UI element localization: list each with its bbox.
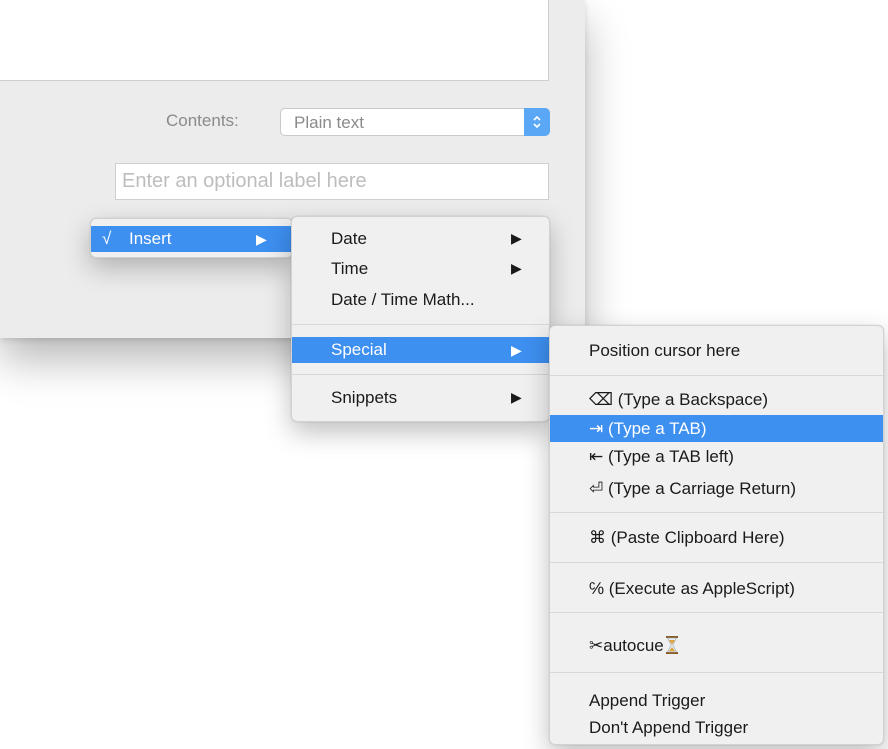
- hourglass-icon: [665, 636, 678, 654]
- snippet-text-area[interactable]: [0, 0, 549, 81]
- menu-item-label: Special: [331, 340, 387, 359]
- menu-item-autocue[interactable]: ✂autocue: [550, 633, 883, 658]
- menu-item-time[interactable]: Time ▶: [292, 256, 549, 281]
- menu-separator: [292, 374, 549, 375]
- special-submenu: Position cursor here ⌫ (Type a Backspace…: [549, 325, 884, 745]
- menu-item-label: Position cursor here: [589, 341, 741, 360]
- checkmark-icon: √: [102, 229, 112, 248]
- insert-submenu: Date ▶ Time ▶ Date / Time Math... Specia…: [291, 216, 550, 422]
- menu-item-type-backspace[interactable]: ⌫ (Type a Backspace): [550, 387, 883, 412]
- submenu-arrow-icon: ▶: [511, 260, 522, 276]
- menu-separator: [292, 324, 549, 325]
- menu-separator: [550, 672, 883, 673]
- menu-item-label: Don't Append Trigger: [589, 718, 749, 737]
- submenu-arrow-icon: ▶: [256, 231, 267, 247]
- menu-item-snippets[interactable]: Snippets ▶: [292, 385, 549, 410]
- menu-item-label: Snippets: [331, 388, 398, 407]
- optional-label-input[interactable]: [116, 164, 548, 199]
- menu-separator: [550, 562, 883, 563]
- menu-item-append-trigger[interactable]: Append Trigger: [550, 688, 883, 713]
- menu-item-label: ⌫ (Type a Backspace): [589, 390, 768, 409]
- menu-item-execute-applescript[interactable]: ℅ (Execute as AppleScript): [550, 576, 883, 601]
- menu-item-label: ⇤ (Type a TAB left): [589, 447, 734, 466]
- contents-popup[interactable]: Plain text: [280, 108, 550, 136]
- submenu-arrow-icon: ▶: [511, 389, 522, 405]
- submenu-arrow-icon: ▶: [511, 342, 522, 358]
- menu-item-label: Insert: [129, 229, 172, 248]
- menu-item-label: Time: [331, 259, 369, 278]
- menu-item-label: ⏎ (Type a Carriage Return): [589, 479, 796, 498]
- menu-item-insert[interactable]: √ Insert ▶: [91, 226, 292, 252]
- menu-item-type-carriage-return[interactable]: ⏎ (Type a Carriage Return): [550, 476, 883, 501]
- menu-item-label: Date / Time Math...: [331, 290, 475, 309]
- menu-item-position-cursor[interactable]: Position cursor here: [550, 338, 883, 363]
- menu-item-label: ⇥ (Type a TAB): [589, 419, 707, 438]
- menu-item-dont-append-trigger[interactable]: Don't Append Trigger: [550, 715, 883, 740]
- menu-item-label: ⌘ (Paste Clipboard Here): [589, 528, 785, 547]
- menu-item-type-tab-left[interactable]: ⇤ (Type a TAB left): [550, 444, 883, 469]
- up-down-arrows-icon: [524, 108, 550, 136]
- menu-item-date[interactable]: Date ▶: [292, 226, 549, 251]
- submenu-arrow-icon: ▶: [511, 230, 522, 246]
- insert-menu: √ Insert ▶: [90, 218, 293, 258]
- menu-separator: [550, 375, 883, 376]
- menu-item-label: ℅ (Execute as AppleScript): [589, 579, 795, 598]
- menu-separator: [550, 512, 883, 513]
- menu-separator: [550, 612, 883, 613]
- menu-item-label: ✂autocue: [589, 636, 664, 655]
- contents-label: Contents:: [166, 111, 239, 130]
- optional-label-field[interactable]: [115, 163, 549, 200]
- menu-item-label: Append Trigger: [589, 691, 706, 710]
- menu-item-special[interactable]: Special ▶: [292, 337, 549, 363]
- contents-popup-value: Plain text: [294, 113, 364, 132]
- menu-item-autocue-content: ✂autocue: [589, 633, 678, 658]
- menu-item-type-tab[interactable]: ⇥ (Type a TAB): [550, 415, 883, 442]
- menu-item-date-time-math[interactable]: Date / Time Math...: [292, 287, 549, 312]
- menu-item-label: Date: [331, 229, 367, 248]
- menu-item-paste-clipboard[interactable]: ⌘ (Paste Clipboard Here): [550, 525, 883, 550]
